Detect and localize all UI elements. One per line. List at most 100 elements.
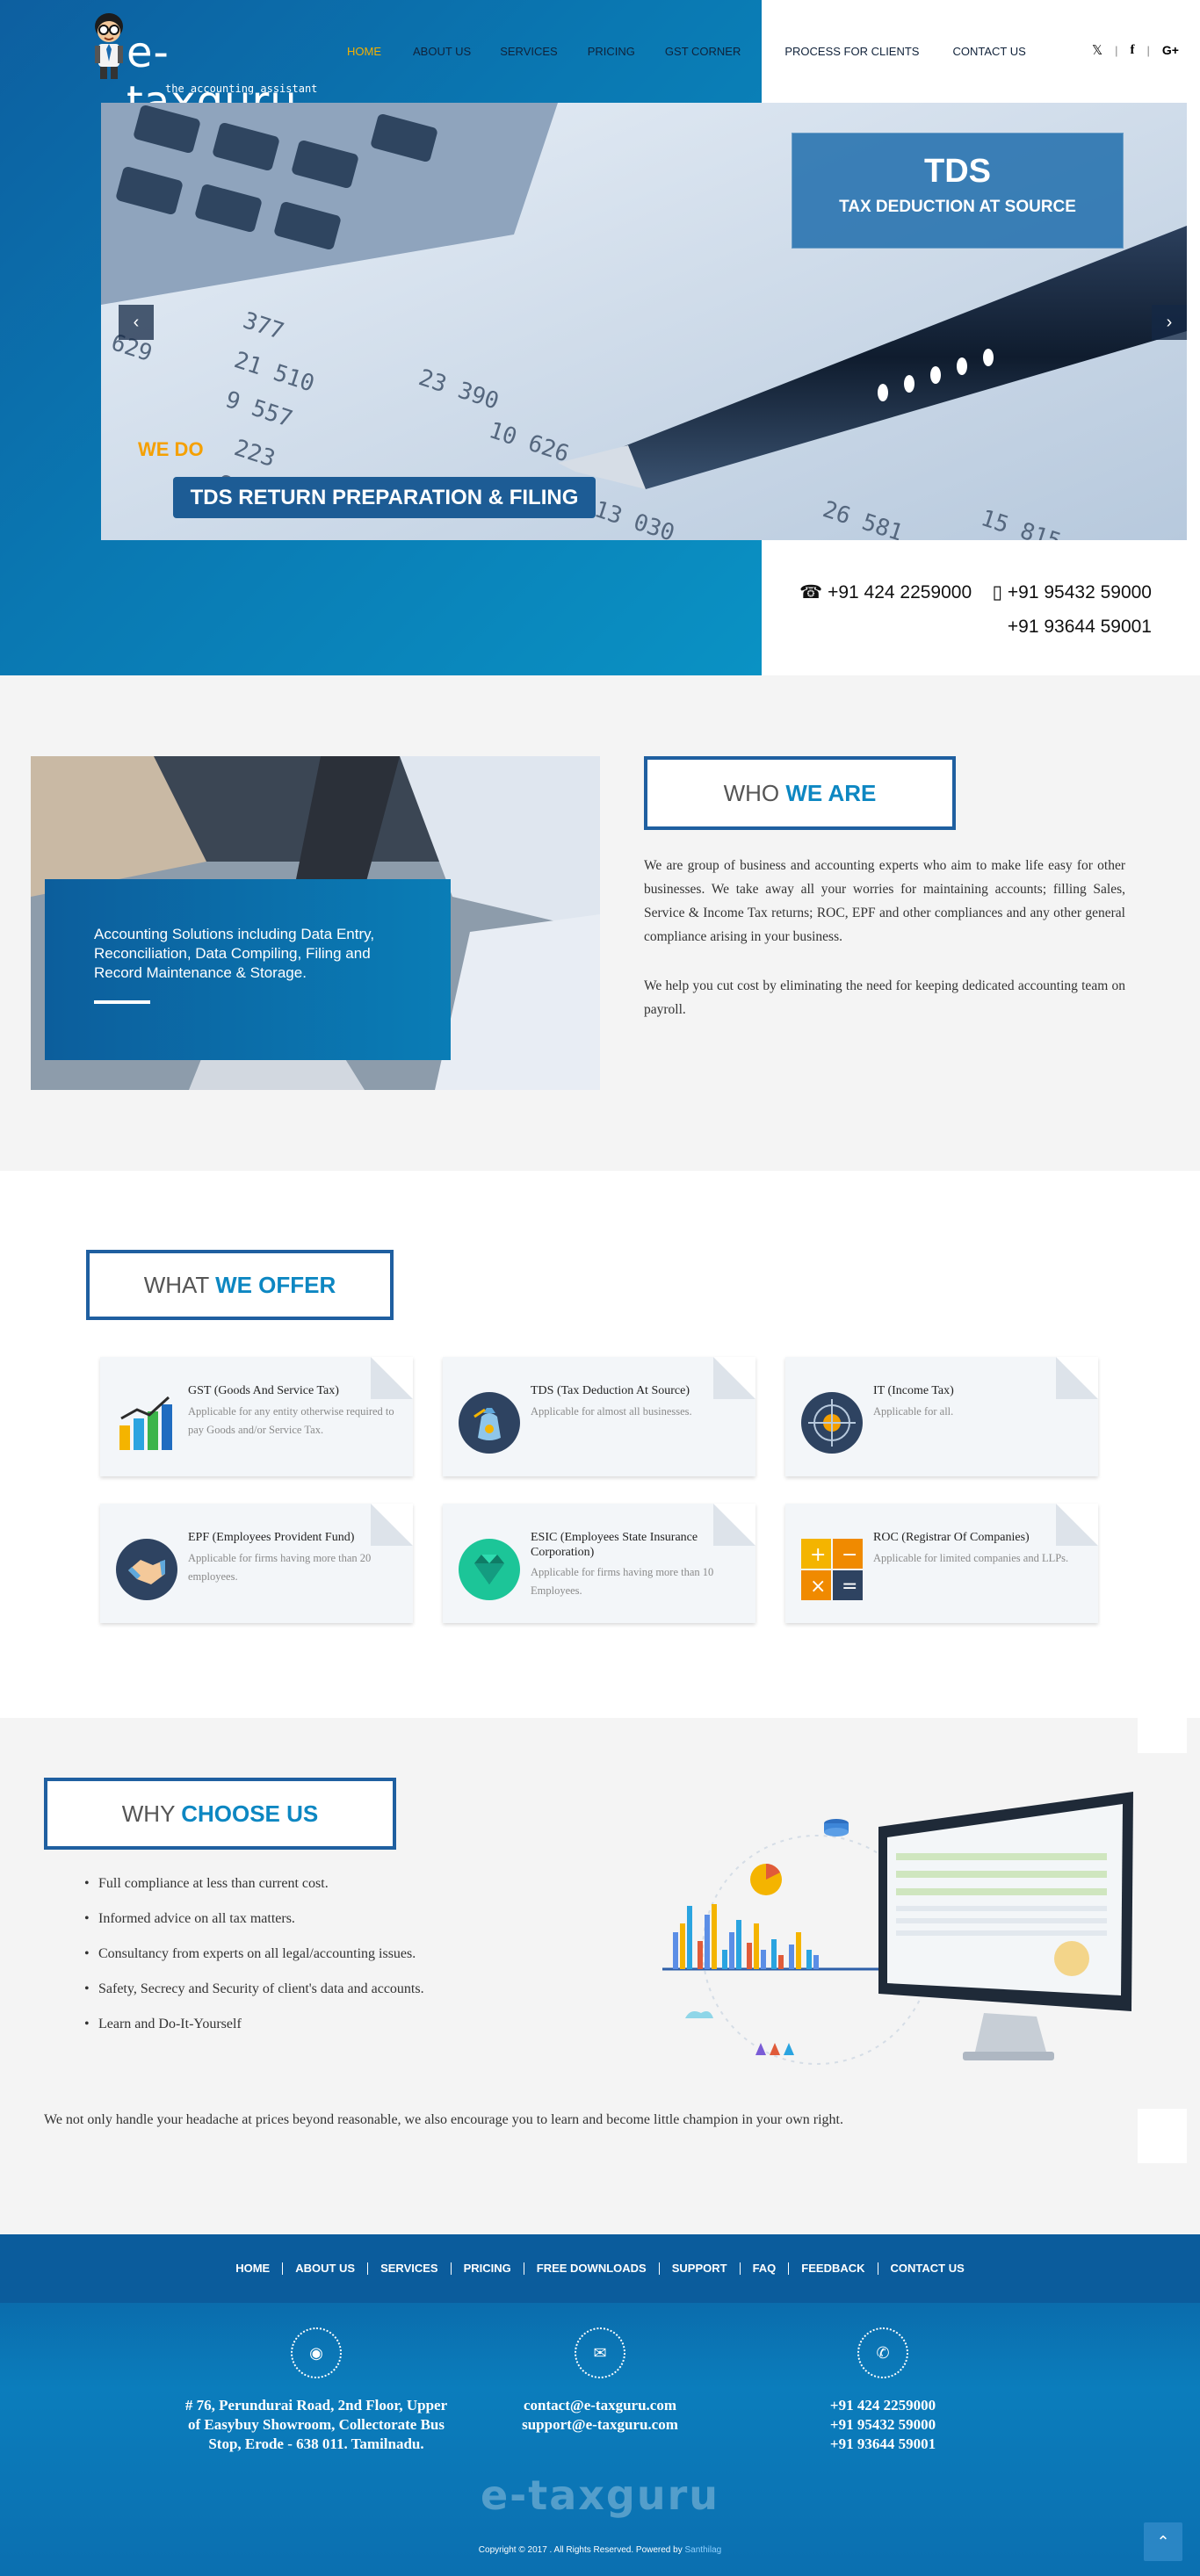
location-pin-icon: ◉ [291,2327,342,2378]
scroll-to-top-button[interactable]: ⌃ [1144,2522,1182,2561]
calculator-icon: + − × = [801,1539,863,1600]
service-title: IT (Income Tax) [873,1384,954,1397]
envelope-icon: ✉ [575,2327,625,2378]
phone-number-2[interactable]: +91 95432 59000 [1008,582,1152,603]
phone-icon: ✆ [857,2327,908,2378]
email-1[interactable]: contact@e-taxguru.com [468,2396,732,2415]
title-normal: WHO [723,780,780,806]
email-2[interactable]: support@e-taxguru.com [468,2415,732,2435]
why-choose-us-section: WHY CHOOSE US Full compliance at less th… [0,1718,1200,2234]
footer-link-contact-us[interactable]: CONTACT US [878,2262,977,2275]
footer-nav: HOME ABOUT US SERVICES PRICING FREE DOWN… [0,2234,1200,2303]
slide-title: TDS [924,153,991,190]
service-title: ESIC (Employees State Insurance Corporat… [531,1531,698,1559]
service-card-it[interactable]: IT (Income Tax) Applicable for all. [785,1357,1098,1476]
money-bag-icon [459,1392,520,1454]
decor-square [1138,2109,1187,2163]
section-title: WHO WE ARE [644,756,956,830]
list-item: Consultancy from experts on all legal/ac… [84,1946,424,1981]
footer-link-pricing[interactable]: PRICING [452,2262,524,2275]
footer-brand: e-taxguru [480,2471,720,2519]
card-divider [94,1000,150,1004]
footer-link-faq[interactable]: FAQ [741,2262,790,2275]
service-description: Applicable for firms having more than 10… [531,1566,714,1597]
slider-next-button[interactable]: › [1152,305,1187,340]
divider: | [1115,43,1118,57]
footer-link-services[interactable]: SERVICES [368,2262,452,2275]
footer-link-about-us[interactable]: ABOUT US [283,2262,369,2275]
phone-number-3[interactable]: +91 93644 59001 [1008,617,1152,637]
hero-section: e-taxguru the accounting assistant HOME … [0,0,1200,675]
slider-prev-button[interactable]: ‹ [119,305,154,340]
service-title: ROC (Registrar Of Companies) [873,1531,1030,1544]
who-highlight-card: Accounting Solutions including Data Entr… [45,879,451,1060]
facebook-icon[interactable]: f [1131,43,1135,58]
mascot-icon [95,13,123,79]
handshake-icon [116,1539,177,1600]
service-title: EPF (Employees Provident Fund) [188,1531,355,1544]
twitter-icon[interactable]: 𝕏 [1092,42,1102,58]
who-description: We are group of business and accounting … [644,854,1125,1021]
main-nav: HOME ABOUT US SERVICES PRICING GST CORNE… [347,45,1026,58]
title-bold: CHOOSE US [181,1800,319,1827]
service-description: Applicable for limited companies and LLP… [873,1552,1069,1564]
site-footer: HOME ABOUT US SERVICES PRICING FREE DOWN… [0,2234,1200,2576]
nav-gst-corner[interactable]: GST CORNER [665,45,741,58]
slide-service-button[interactable]: TDS RETURN PREPARATION & FILING [173,477,596,518]
decor-square [1138,1718,1187,1753]
nav-contact-us[interactable]: CONTACT US [952,45,1025,58]
analytics-illustration [662,1792,1133,2065]
nav-process-for-clients[interactable]: PROCESS FOR CLIENTS [784,45,919,58]
service-card-epf[interactable]: EPF (Employees Provident Fund) Applicabl… [100,1504,413,1623]
hero-slider: 629 377 21 510 9 557 223 6 875 23 390 10… [101,103,1187,540]
we-do-label: WE DO [138,438,204,460]
nav-services[interactable]: SERVICES [500,45,558,58]
title-bold: WE OFFER [215,1272,336,1298]
list-item: Informed advice on all tax matters. [84,1911,424,1946]
footer-email: ✉ contact@e-taxguru.com support@e-taxgur… [468,2327,732,2435]
section-title: WHY CHOOSE US [44,1778,396,1850]
service-description: Applicable for all. [873,1405,954,1418]
divider: | [1146,43,1150,57]
footer-phone-3[interactable]: +91 93644 59001 [751,2435,1015,2454]
why-closing-text: We not only handle your headache at pric… [44,2112,843,2127]
service-card-esic[interactable]: ESIC (Employees State Insurance Corporat… [443,1504,755,1623]
address-text: # 76, Perundurai Road, 2nd Floor, Upper … [184,2397,448,2452]
nav-pricing[interactable]: PRICING [588,45,635,58]
nav-about-us[interactable]: ABOUT US [413,45,471,58]
header-phones: ☎ +91 424 2259000 ▯ +91 95432 59000 +91 … [795,575,1152,644]
powered-by-link[interactable]: Santhilag [685,2545,722,2555]
service-card-gst[interactable]: GST (Goods And Service Tax) Applicable f… [100,1357,413,1476]
google-plus-icon[interactable]: G+ [1162,43,1179,57]
footer-link-home[interactable]: HOME [223,2262,284,2275]
reasons-list: Full compliance at less than current cos… [84,1876,424,2052]
footer-link-feedback[interactable]: FEEDBACK [789,2262,878,2275]
mobile-icon: ▯ [992,582,1003,603]
service-description: Applicable for firms having more than 20… [188,1552,372,1583]
footer-phone-1[interactable]: +91 424 2259000 [751,2396,1015,2415]
nav-home[interactable]: HOME [347,45,381,58]
service-card-roc[interactable]: + − × = ROC (Registrar Of Companies) App… [785,1504,1098,1623]
diamond-icon [459,1539,520,1600]
service-card-tds[interactable]: TDS (Tax Deduction At Source) Applicable… [443,1357,755,1476]
slide-caption: TDS TAX DEDUCTION AT SOURCE [792,133,1124,249]
who-paragraph-1: We are group of business and accounting … [644,858,1125,944]
footer-phone-2[interactable]: +91 95432 59000 [751,2415,1015,2435]
footer-link-support[interactable]: SUPPORT [660,2262,741,2275]
footer-phones: ✆ +91 424 2259000 +91 95432 59000 +91 93… [751,2327,1015,2454]
who-paragraph-2: We help you cut cost by eliminating the … [644,978,1125,1017]
list-item: Safety, Secrecy and Security of client's… [84,1981,424,2017]
brand-tagline: the accounting assistant [165,83,318,95]
footer-address: ◉ # 76, Perundurai Road, 2nd Floor, Uppe… [184,2327,448,2454]
svg-text:×: × [810,1576,826,1598]
service-description: Applicable for any entity otherwise requ… [188,1405,394,1436]
svg-text:−: − [842,1544,857,1566]
title-bold: WE ARE [785,780,877,806]
phone-number-1[interactable]: +91 424 2259000 [828,582,972,603]
footer-link-free-downloads[interactable]: FREE DOWNLOADS [524,2262,660,2275]
who-card-text: Accounting Solutions including Data Entr… [94,926,375,981]
svg-text:+: + [810,1544,826,1566]
service-description: Applicable for almost all businesses. [531,1405,692,1418]
site-logo[interactable]: e-taxguru the accounting assistant [88,7,318,126]
who-we-are-section: Accounting Solutions including Data Entr… [0,675,1200,1171]
